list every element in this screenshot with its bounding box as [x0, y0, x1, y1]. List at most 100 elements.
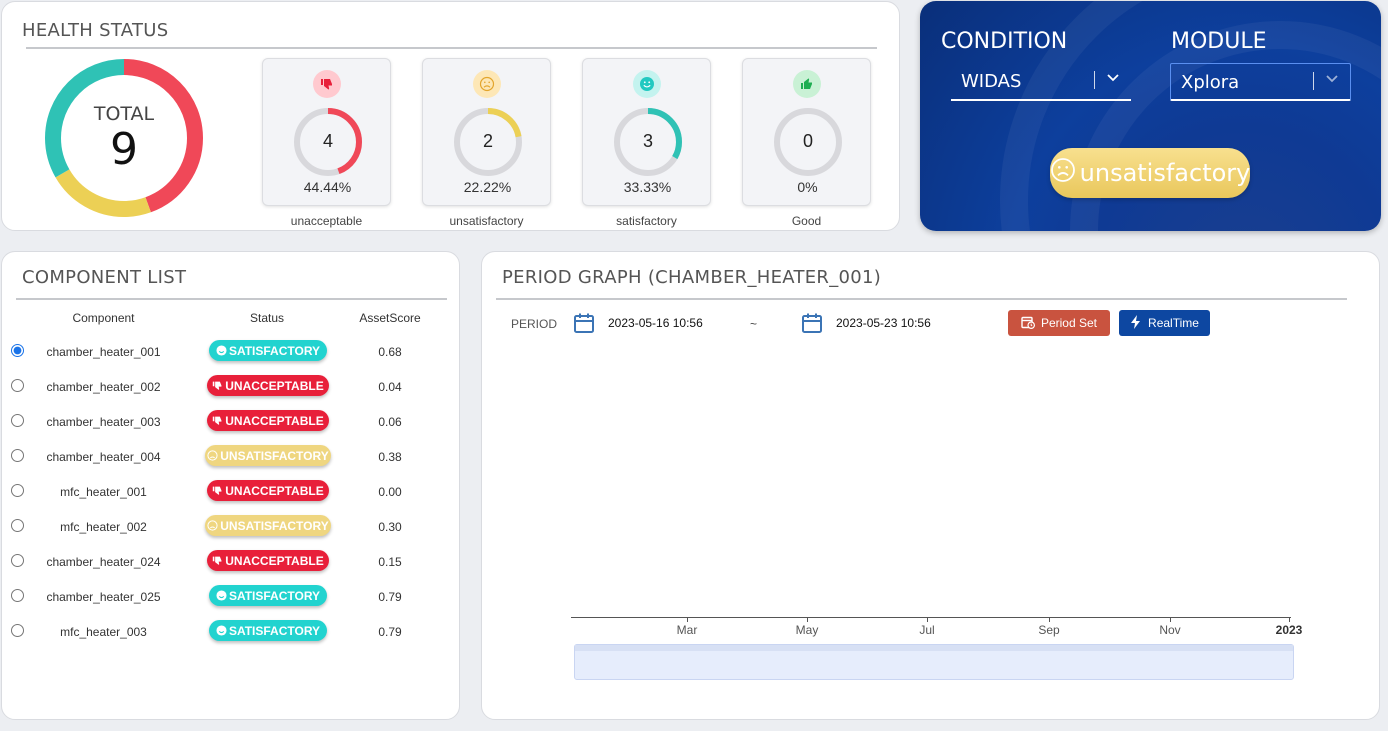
- stat-label-unacceptable: unacceptable: [290, 214, 363, 228]
- realtime-button[interactable]: RealTime: [1119, 310, 1210, 336]
- status-badge-label: UNACCEPTABLE: [225, 483, 324, 498]
- x-axis-tick: [1049, 617, 1050, 622]
- sad-face-icon: [1050, 157, 1076, 189]
- thumbs-down-icon: [212, 415, 223, 426]
- chevron-down-icon: [1324, 70, 1340, 91]
- row-radio[interactable]: [11, 519, 24, 532]
- stat-label-unsatisfactory: unsatisfactory: [449, 214, 524, 228]
- sad-face-icon: [473, 70, 501, 98]
- range-slider[interactable]: [574, 644, 1294, 680]
- title-divider: [16, 298, 447, 300]
- title-divider: [496, 298, 1347, 300]
- status-badge: UNACCEPTABLE: [207, 410, 329, 431]
- table-row[interactable]: mfc_heater_001 UNACCEPTABLE 0.00: [2, 480, 461, 519]
- status-badge: UNACCEPTABLE: [207, 375, 329, 396]
- stat-ring: 0: [773, 107, 843, 177]
- row-radio[interactable]: [11, 589, 24, 602]
- smile-face-icon: [633, 70, 661, 98]
- table-row[interactable]: chamber_heater_024 UNACCEPTABLE 0.15: [2, 550, 461, 589]
- component-name: chamber_heater_004: [46, 450, 161, 464]
- sad-face-icon: [207, 450, 218, 461]
- stat-count: 3: [642, 131, 653, 151]
- health-status-card: HEALTH STATUS TOTAL 9 4 44.44% unaccepta…: [1, 1, 900, 231]
- component-list-title: COMPONENT LIST: [22, 267, 187, 288]
- component-name: chamber_heater_025: [46, 590, 161, 604]
- stat-unsatisfactory[interactable]: 2 22.22%: [422, 58, 551, 206]
- asset-score: 0.15: [378, 555, 402, 569]
- stat-ring: 2: [453, 107, 523, 177]
- asset-score: 0.30: [378, 520, 402, 534]
- period-graph-title: PERIOD GRAPH (CHAMBER_HEATER_001): [502, 267, 882, 288]
- stat-label-satisfactory: satisfactory: [616, 214, 677, 228]
- row-radio[interactable]: [11, 344, 24, 357]
- asset-score: 0.38: [378, 450, 402, 464]
- total-donut: TOTAL 9: [44, 58, 204, 218]
- condition-panel: CONDITION MODULE WIDAS Xplora unsatisfac…: [920, 1, 1381, 231]
- component-list-card: COMPONENT LIST Component Status AssetSco…: [1, 251, 460, 720]
- row-radio[interactable]: [11, 449, 24, 462]
- sad-face-icon: [207, 520, 218, 531]
- component-name: chamber_heater_002: [46, 380, 161, 394]
- column-header-status: Status: [249, 311, 285, 325]
- realtime-label: RealTime: [1148, 316, 1199, 330]
- status-badge-label: SATISFACTORY: [228, 623, 321, 638]
- stat-count: 2: [482, 131, 493, 151]
- calendar-icon[interactable]: [801, 312, 823, 339]
- row-radio[interactable]: [11, 624, 24, 637]
- lightning-icon: [1130, 314, 1142, 332]
- table-row[interactable]: mfc_heater_002 UNSATISFACTORY 0.30: [2, 515, 461, 554]
- end-date-input[interactable]: 2023-05-23 10:56: [836, 316, 931, 330]
- row-radio[interactable]: [11, 484, 24, 497]
- table-row[interactable]: mfc_heater_003 SATISFACTORY 0.79: [2, 620, 461, 659]
- total-label: TOTAL: [93, 103, 155, 125]
- x-axis-tick-label: Nov: [1159, 623, 1181, 637]
- select-separator: [1313, 72, 1314, 90]
- asset-score: 0.00: [378, 485, 402, 499]
- asset-score: 0.04: [378, 380, 402, 394]
- row-radio[interactable]: [11, 554, 24, 567]
- date-range-separator: ~: [750, 317, 758, 331]
- status-badge: UNACCEPTABLE: [207, 550, 329, 571]
- component-name: mfc_heater_001: [60, 485, 147, 499]
- stat-good[interactable]: 0 0%: [742, 58, 871, 206]
- period-set-button[interactable]: Period Set: [1008, 310, 1110, 336]
- asset-score: 0.68: [378, 345, 402, 359]
- status-badge: SATISFACTORY: [209, 620, 327, 641]
- period-set-label: Period Set: [1040, 316, 1098, 330]
- asset-score: 0.79: [378, 590, 402, 604]
- smile-face-icon: [216, 625, 227, 636]
- row-radio[interactable]: [11, 379, 24, 392]
- status-badge-label: SATISFACTORY: [228, 588, 321, 603]
- stat-satisfactory[interactable]: 3 33.33%: [582, 58, 711, 206]
- table-row[interactable]: chamber_heater_002 UNACCEPTABLE 0.04: [2, 375, 461, 414]
- status-badge-label: UNACCEPTABLE: [225, 378, 324, 393]
- status-badge-label: UNSATISFACTORY: [220, 518, 329, 533]
- status-badge: UNSATISFACTORY: [205, 445, 331, 466]
- thumbs-up-icon: [793, 70, 821, 98]
- x-axis-tick-label: Sep: [1038, 623, 1060, 637]
- table-row[interactable]: chamber_heater_001 SATISFACTORY 0.68: [2, 340, 461, 379]
- status-badge: UNACCEPTABLE: [207, 480, 329, 501]
- calendar-icon[interactable]: [573, 312, 595, 339]
- range-slider-track: [575, 645, 1293, 651]
- start-date-input[interactable]: 2023-05-16 10:56: [608, 316, 703, 330]
- table-row[interactable]: chamber_heater_004 UNSATISFACTORY 0.38: [2, 445, 461, 484]
- module-select[interactable]: Xplora: [1170, 63, 1351, 101]
- condition-select[interactable]: WIDAS: [951, 63, 1131, 101]
- asset-score: 0.06: [378, 415, 402, 429]
- x-axis-tick-label: Jul: [919, 623, 935, 637]
- row-radio[interactable]: [11, 414, 24, 427]
- stat-percent: 44.44%: [303, 179, 352, 195]
- table-row[interactable]: chamber_heater_025 SATISFACTORY 0.79: [2, 585, 461, 624]
- status-badge: UNSATISFACTORY: [205, 515, 331, 536]
- condition-result-text: unsatisfactory: [1079, 159, 1251, 187]
- period-graph-card: PERIOD GRAPH (CHAMBER_HEATER_001) PERIOD…: [481, 251, 1380, 720]
- stat-ring: 3: [613, 107, 683, 177]
- stat-unacceptable[interactable]: 4 44.44%: [262, 58, 391, 206]
- status-badge-label: UNACCEPTABLE: [225, 413, 324, 428]
- condition-label: CONDITION: [941, 29, 1068, 54]
- status-badge: SATISFACTORY: [209, 585, 327, 606]
- table-row[interactable]: chamber_heater_003 UNACCEPTABLE 0.06: [2, 410, 461, 449]
- condition-value: WIDAS: [961, 71, 1022, 92]
- smile-face-icon: [216, 590, 227, 601]
